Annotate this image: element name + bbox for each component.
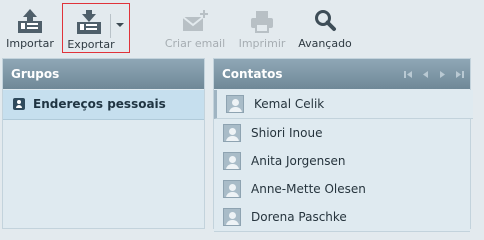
advanced-search-button[interactable]: Avançado bbox=[294, 0, 356, 56]
contact-row[interactable]: Shiori Inoue bbox=[214, 119, 470, 148]
contacts-title: Contatos bbox=[222, 67, 283, 81]
avatar bbox=[223, 124, 241, 142]
groups-header: Grupos bbox=[3, 59, 204, 89]
contacts-panel: Contatos Kemal Celik Shiori Inoue Anita … bbox=[213, 58, 473, 232]
email-add-icon bbox=[180, 8, 210, 34]
contact-row[interactable]: Anita Jorgensen bbox=[214, 147, 470, 176]
import-icon bbox=[15, 8, 45, 34]
last-page-icon[interactable] bbox=[455, 70, 464, 79]
group-item-personal-addresses[interactable]: Endereços pessoais bbox=[3, 90, 204, 120]
chevron-down-icon[interactable] bbox=[116, 23, 124, 27]
contact-row[interactable]: Dorena Paschke bbox=[214, 203, 470, 232]
print-label: Imprimir bbox=[238, 37, 286, 50]
groups-title: Grupos bbox=[11, 67, 60, 81]
avatar bbox=[223, 180, 241, 198]
create-email-label: Criar email bbox=[164, 37, 226, 50]
print-button[interactable]: Imprimir bbox=[234, 0, 290, 56]
toolbar: Importar Exportar Criar email Imprimir A… bbox=[0, 0, 484, 58]
contact-name: Anne-Mette Olesen bbox=[251, 182, 366, 196]
avatar bbox=[223, 208, 241, 226]
avatar bbox=[226, 95, 244, 113]
first-page-icon[interactable] bbox=[404, 70, 413, 79]
address-book-icon bbox=[13, 98, 25, 110]
create-email-button[interactable]: Criar email bbox=[160, 0, 230, 56]
contact-name: Dorena Paschke bbox=[251, 210, 347, 224]
import-button[interactable]: Importar bbox=[2, 0, 58, 56]
import-label: Importar bbox=[6, 37, 54, 50]
contact-row[interactable]: Anne-Mette Olesen bbox=[214, 175, 470, 204]
contact-name: Anita Jorgensen bbox=[251, 154, 346, 168]
export-divider bbox=[110, 14, 111, 38]
group-item-label: Endereços pessoais bbox=[33, 97, 166, 111]
export-icon bbox=[74, 9, 104, 35]
contact-row[interactable]: Kemal Celik bbox=[214, 90, 473, 119]
export-button[interactable]: Exportar bbox=[62, 3, 130, 53]
contact-name: Shiori Inoue bbox=[251, 126, 323, 140]
advanced-label: Avançado bbox=[298, 37, 352, 50]
search-icon bbox=[310, 8, 340, 34]
printer-icon bbox=[247, 8, 277, 34]
groups-panel: Grupos Endereços pessoais bbox=[2, 58, 205, 229]
export-label: Exportar bbox=[67, 38, 115, 51]
contact-name: Kemal Celik bbox=[254, 97, 325, 111]
next-page-icon[interactable] bbox=[438, 70, 447, 79]
contacts-header: Contatos bbox=[214, 59, 470, 89]
previous-page-icon[interactable] bbox=[421, 70, 430, 79]
pagination bbox=[404, 59, 464, 89]
avatar bbox=[223, 152, 241, 170]
